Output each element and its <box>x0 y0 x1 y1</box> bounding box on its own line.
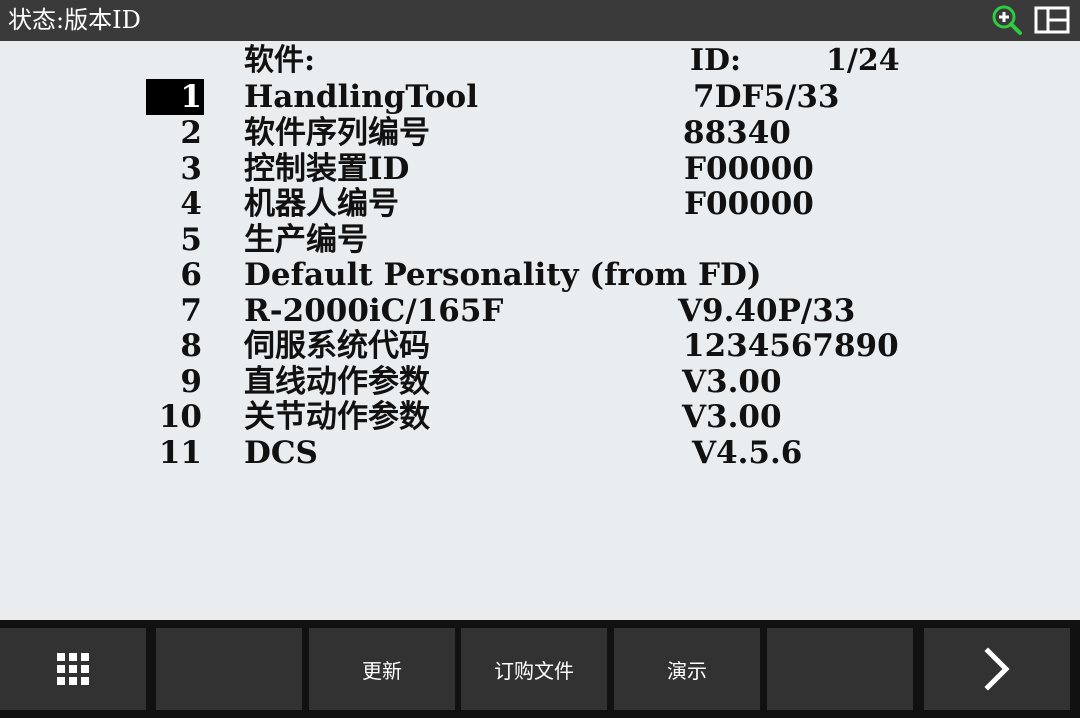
row-name: Default Personality (from FD) <box>244 257 762 293</box>
row-number: 4 <box>180 186 202 222</box>
function-key-bar: 更新 订购文件 演示 <box>0 620 1080 718</box>
page-indicator: 1/24 <box>826 43 900 78</box>
row-name: 控制装置ID <box>244 151 410 187</box>
row-value: V9.40P/33 <box>678 293 856 329</box>
f5-button[interactable] <box>767 628 913 710</box>
grid-menu-icon <box>57 653 89 685</box>
row-number: 8 <box>180 328 202 364</box>
row-number: 6 <box>180 257 202 293</box>
order-file-button[interactable]: 订购文件 <box>461 628 607 710</box>
row-number: 5 <box>180 222 202 258</box>
zoom-button[interactable] <box>990 4 1024 36</box>
software-header: 软件: <box>244 43 316 78</box>
update-button[interactable]: 更新 <box>309 628 455 710</box>
id-header: ID: <box>690 43 742 78</box>
demo-button[interactable]: 演示 <box>614 628 760 710</box>
row-name: 伺服系统代码 <box>244 328 430 364</box>
table-row[interactable]: 4 机器人编号 F00000 <box>0 186 1080 222</box>
table-row[interactable]: 9 直线动作参数 V3.00 <box>0 364 1080 400</box>
row-value: F00000 <box>684 151 814 187</box>
chevron-right-icon <box>984 647 1010 691</box>
table-row[interactable]: 5 生产编号 <box>0 222 1080 258</box>
table-row[interactable]: 8 伺服系统代码 1234567890 <box>0 328 1080 364</box>
row-number: 2 <box>180 115 202 151</box>
row-value: V4.5.6 <box>692 435 803 471</box>
row-name: 关节动作参数 <box>244 399 430 435</box>
menu-button[interactable] <box>0 628 146 710</box>
row-number: 1 <box>146 79 204 115</box>
table-row[interactable]: 1 HandlingTool 7DF5/33 <box>0 79 1080 115</box>
row-number: 11 <box>158 435 202 471</box>
row-name: DCS <box>244 435 318 471</box>
row-name: 软件序列编号 <box>244 115 430 151</box>
row-value: V3.00 <box>682 364 782 400</box>
row-value: F00000 <box>684 186 814 222</box>
status-title: 状态:版本ID <box>8 6 141 34</box>
table-row[interactable]: 10 关节动作参数 V3.00 <box>0 399 1080 435</box>
zoom-in-icon <box>992 5 1022 35</box>
row-number: 9 <box>180 364 202 400</box>
row-name: 机器人编号 <box>244 186 399 222</box>
row-value: 1234567890 <box>683 328 899 364</box>
split-layout-icon <box>1034 6 1070 34</box>
row-number: 10 <box>158 399 202 435</box>
row-number: 3 <box>180 151 202 187</box>
table-row[interactable]: 3 控制装置ID F00000 <box>0 151 1080 187</box>
next-page-button[interactable] <box>924 628 1070 710</box>
f1-button[interactable] <box>156 628 302 710</box>
title-bar: 状态:版本ID <box>0 0 1080 41</box>
row-number: 7 <box>180 293 202 329</box>
row-name: 生产编号 <box>244 222 368 258</box>
row-name: 直线动作参数 <box>244 364 430 400</box>
row-value: 7DF5/33 <box>693 79 840 115</box>
table-row[interactable]: 11 DCS V4.5.6 <box>0 435 1080 471</box>
version-id-panel: 软件: ID: 1/24 1 HandlingTool 7DF5/33 2 软件… <box>0 41 1080 620</box>
layout-button[interactable] <box>1034 6 1070 34</box>
table-row[interactable]: 2 软件序列编号 88340 <box>0 115 1080 151</box>
row-name: R-2000iC/165F <box>244 293 504 329</box>
screen: 状态:版本ID 软件: ID: 1/24 1 HandlingTool 7DF5… <box>0 0 1080 718</box>
row-value: 88340 <box>683 115 791 151</box>
table-row[interactable]: 7 R-2000iC/165F V9.40P/33 <box>0 293 1080 329</box>
table-row[interactable]: 6 Default Personality (from FD) <box>0 257 1080 293</box>
row-name: HandlingTool <box>244 79 478 115</box>
row-value: V3.00 <box>682 399 782 435</box>
